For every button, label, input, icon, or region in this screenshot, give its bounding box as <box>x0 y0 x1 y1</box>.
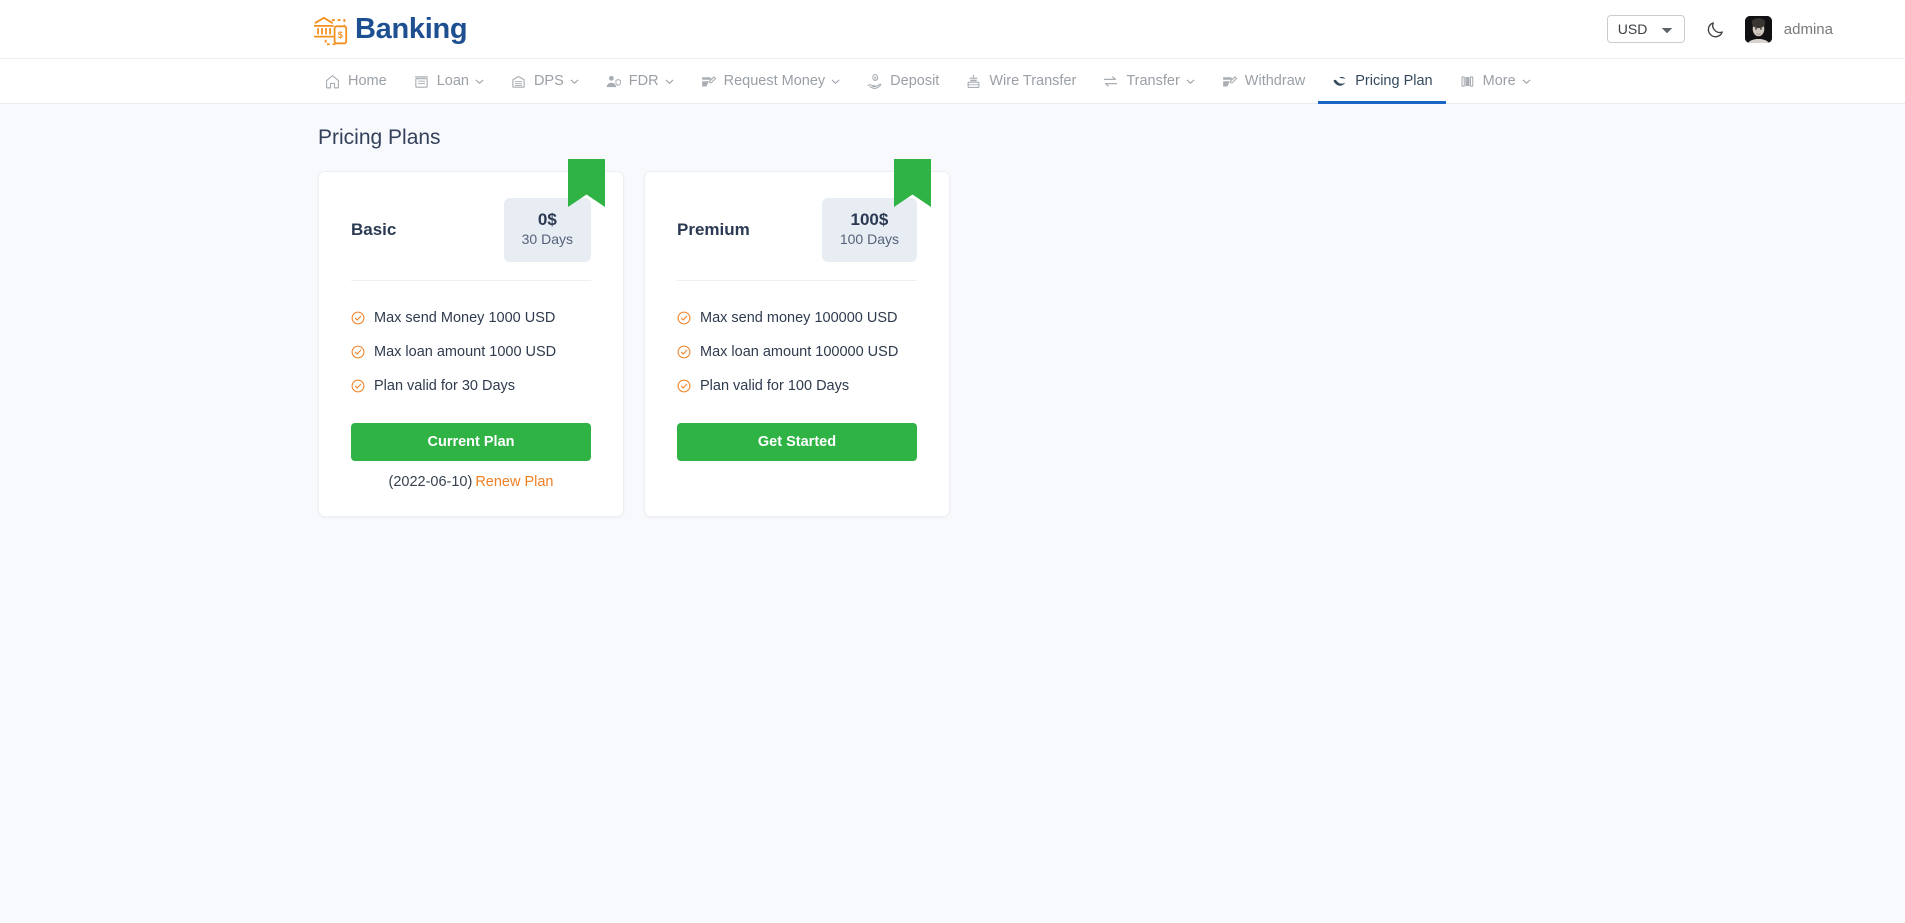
nav-label: More <box>1483 73 1516 89</box>
feature-list: Max send money 100000 USD Max loan amoun… <box>677 281 917 411</box>
nav-item-dps[interactable]: DPS <box>497 59 592 103</box>
user-avatar <box>1745 16 1772 43</box>
nav-label: Pricing Plan <box>1355 73 1432 89</box>
renew-row: (2022-06-10)Renew Plan <box>351 474 591 490</box>
nav-item-loan[interactable]: Loan <box>400 59 497 103</box>
renew-plan-link[interactable]: Renew Plan <box>475 474 553 490</box>
main-navigation: Home Loan DPS FDR <box>0 59 1905 104</box>
price-badge: 0$ 30 Days <box>504 198 591 262</box>
renew-date: (2022-06-10) <box>388 474 472 490</box>
list-item: Max loan amount 1000 USD <box>351 335 591 369</box>
moon-icon <box>1706 20 1725 39</box>
nav-label: Wire Transfer <box>989 73 1076 89</box>
check-circle-icon <box>351 345 365 359</box>
price-badge: 100$ 100 Days <box>822 198 917 262</box>
check-circle-icon <box>677 345 691 359</box>
list-item: Plan valid for 100 Days <box>677 369 917 403</box>
chevron-down-icon <box>1522 77 1531 86</box>
header-controls: USD admina <box>1607 15 1833 43</box>
plan-price: 100$ <box>840 209 899 230</box>
nav-label: Withdraw <box>1245 73 1305 89</box>
theme-toggle-button[interactable] <box>1705 18 1727 40</box>
chevron-down-icon <box>570 77 579 86</box>
feature-text: Plan valid for 100 Days <box>700 378 849 394</box>
more-briefcase-icon <box>1459 73 1476 90</box>
wire-transfer-icon <box>965 73 982 90</box>
brand-name: Banking <box>355 15 467 44</box>
nav-item-deposit[interactable]: $ Deposit <box>853 59 952 103</box>
top-header: $ Banking USD admina <box>0 0 1905 59</box>
chevron-down-icon <box>475 77 484 86</box>
main-content: Pricing Plans Basic 0$ 30 Days Max se <box>0 104 1905 517</box>
nav-item-fdr[interactable]: FDR <box>592 59 687 103</box>
nav-label: Home <box>348 73 387 89</box>
get-started-button[interactable]: Get Started <box>677 423 917 461</box>
pricing-plan-cards: Basic 0$ 30 Days Max send Money 1000 USD <box>318 171 1905 517</box>
dps-icon <box>510 73 527 90</box>
pricing-card-premium: Premium 100$ 100 Days Max send money 100… <box>644 171 950 517</box>
nav-label: Transfer <box>1126 73 1179 89</box>
home-icon <box>324 73 341 90</box>
list-item: Max send Money 1000 USD <box>351 301 591 335</box>
fdr-user-icon <box>605 73 622 90</box>
chevron-down-icon <box>831 77 840 86</box>
withdraw-icon <box>1221 73 1238 90</box>
request-money-icon <box>700 73 717 90</box>
card-header: Basic 0$ 30 Days <box>351 194 591 266</box>
nav-item-more[interactable]: More <box>1446 59 1544 103</box>
nav-label: Loan <box>437 73 469 89</box>
feature-text: Max loan amount 100000 USD <box>700 344 898 360</box>
nav-label: DPS <box>534 73 564 89</box>
pricing-card-basic: Basic 0$ 30 Days Max send Money 1000 USD <box>318 171 624 517</box>
nav-item-transfer[interactable]: Transfer <box>1089 59 1207 103</box>
avatar[interactable] <box>1745 16 1772 43</box>
list-item: Max send money 100000 USD <box>677 301 917 335</box>
current-plan-button[interactable]: Current Plan <box>351 423 591 461</box>
list-item: Plan valid for 30 Days <box>351 369 591 403</box>
plan-duration: 30 Days <box>522 230 573 249</box>
nav-label: FDR <box>629 73 659 89</box>
plan-name: Basic <box>351 220 396 240</box>
check-circle-icon <box>351 379 365 393</box>
plan-duration: 100 Days <box>840 230 899 249</box>
nav-label: Request Money <box>724 73 826 89</box>
check-circle-icon <box>677 379 691 393</box>
card-header: Premium 100$ 100 Days <box>677 194 917 266</box>
chevron-down-icon <box>1186 77 1195 86</box>
page-title: Pricing Plans <box>318 126 1905 150</box>
brand-logo[interactable]: $ Banking <box>311 12 467 46</box>
plan-price: 0$ <box>522 209 573 230</box>
svg-text:$: $ <box>338 30 343 40</box>
loan-icon <box>413 73 430 90</box>
feature-text: Plan valid for 30 Days <box>374 378 515 394</box>
feature-text: Max loan amount 1000 USD <box>374 344 556 360</box>
feature-text: Max send money 100000 USD <box>700 310 897 326</box>
nav-item-wire-transfer[interactable]: Wire Transfer <box>952 59 1089 103</box>
username-label: admina <box>1784 21 1833 38</box>
bank-mobile-icon: $ <box>311 12 351 46</box>
transfer-arrows-icon <box>1102 73 1119 90</box>
nav-item-request-money[interactable]: Request Money <box>687 59 854 103</box>
currency-select[interactable]: USD <box>1607 15 1685 43</box>
nav-item-pricing-plan[interactable]: Pricing Plan <box>1318 59 1445 103</box>
deposit-hand-icon: $ <box>866 73 883 90</box>
nav-label: Deposit <box>890 73 939 89</box>
pricing-plan-icon <box>1331 73 1348 90</box>
nav-item-withdraw[interactable]: Withdraw <box>1208 59 1318 103</box>
list-item: Max loan amount 100000 USD <box>677 335 917 369</box>
check-circle-icon <box>351 311 365 325</box>
check-circle-icon <box>677 311 691 325</box>
chevron-down-icon <box>665 77 674 86</box>
feature-list: Max send Money 1000 USD Max loan amount … <box>351 281 591 411</box>
feature-text: Max send Money 1000 USD <box>374 310 555 326</box>
plan-name: Premium <box>677 220 750 240</box>
nav-item-home[interactable]: Home <box>311 59 400 103</box>
